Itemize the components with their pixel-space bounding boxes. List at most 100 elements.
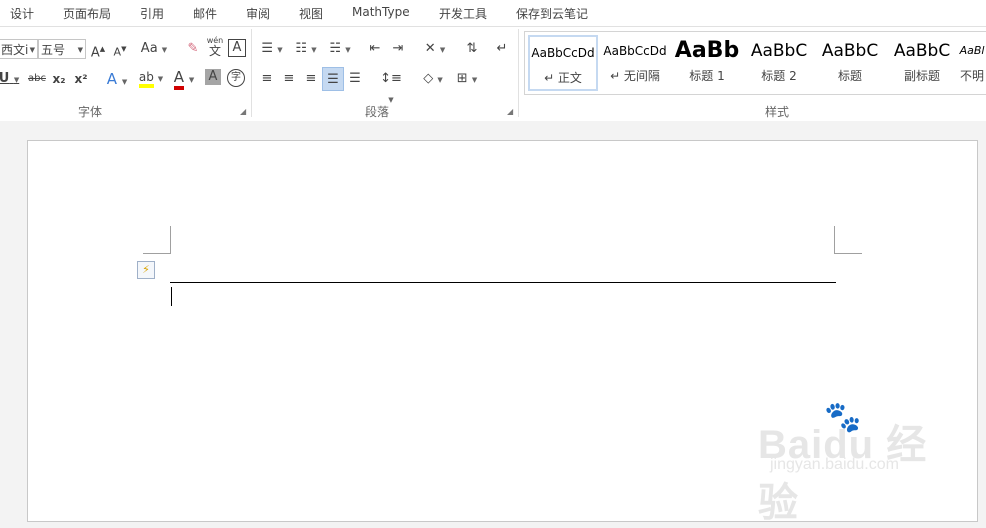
style-heading-2[interactable]: AaBbC 标题 2 bbox=[744, 35, 814, 91]
superscript-icon: x² bbox=[74, 72, 88, 86]
font-name-combo[interactable]: 西文i ▼ bbox=[0, 39, 38, 59]
chinese-layout-button[interactable]: ✕ ▼ bbox=[420, 39, 450, 59]
margin-corner-right bbox=[834, 226, 862, 254]
style-title[interactable]: AaBbC 标题 bbox=[815, 35, 885, 91]
tab-page-layout[interactable]: 页面布局 bbox=[63, 5, 111, 22]
highlighter-icon: ab bbox=[138, 70, 154, 88]
grow-font-button[interactable]: A▲ bbox=[90, 39, 106, 61]
styles-gallery: AaBbCcDd ↵ 正文 AaBbCcDd ↵ 无间隔 AaBb 标题 1 A… bbox=[524, 31, 986, 95]
enclose-icon: 字 bbox=[231, 72, 241, 83]
subscript-button[interactable]: x₂ bbox=[50, 69, 68, 89]
text-cursor bbox=[171, 287, 172, 306]
change-case-icon: Aa bbox=[140, 41, 158, 56]
strikethrough-icon: abc bbox=[28, 73, 46, 84]
tab-mathtype[interactable]: MathType bbox=[352, 5, 410, 19]
decrease-indent-icon: ⇤ bbox=[369, 41, 381, 56]
style-heading-1[interactable]: AaBb 标题 1 bbox=[672, 35, 742, 91]
group-divider bbox=[251, 29, 252, 117]
style-preview: AaBb bbox=[674, 38, 740, 63]
borders-button[interactable]: ⊞ ▼ bbox=[452, 69, 482, 89]
tab-mailings[interactable]: 邮件 bbox=[193, 5, 217, 22]
strikethrough-button[interactable]: abc bbox=[26, 69, 48, 89]
line-spacing-button[interactable]: ↕≡ ▼ bbox=[376, 69, 406, 104]
font-color-button[interactable]: A ▼ bbox=[172, 67, 196, 90]
tab-view[interactable]: 视图 bbox=[299, 5, 323, 22]
bullets-button[interactable]: ☰ ▼ bbox=[258, 39, 286, 59]
multilevel-list-icon: ☵ bbox=[329, 41, 342, 56]
phonetic-guide-button[interactable]: wén 文 bbox=[206, 35, 224, 59]
autoformat-options-icon[interactable]: ⚡ bbox=[137, 261, 155, 279]
tab-developer[interactable]: 开发工具 bbox=[439, 5, 487, 22]
distributed-icon: ☰ bbox=[349, 71, 361, 86]
align-right-button[interactable]: ≡ bbox=[302, 69, 320, 89]
tab-references[interactable]: 引用 bbox=[140, 5, 164, 22]
clear-formatting-button[interactable]: ✎ bbox=[184, 39, 202, 59]
style-preview: AaBbC bbox=[821, 41, 879, 61]
shading-button[interactable]: ◇ ▼ bbox=[418, 69, 448, 89]
style-name: 副标题 bbox=[903, 69, 940, 83]
distributed-button[interactable]: ☰ bbox=[346, 69, 364, 89]
styles-group-label: 样式 bbox=[764, 105, 789, 119]
chevron-down-icon: ▼ bbox=[77, 46, 83, 54]
grow-font-icon: A bbox=[90, 45, 100, 61]
ribbon-tab-bar: 设计 页面布局 引用 邮件 审阅 视图 MathType 开发工具 保存到云笔记 bbox=[0, 0, 986, 26]
align-left-icon: ≡ bbox=[261, 71, 273, 86]
shrink-font-button[interactable]: A▼ bbox=[112, 39, 128, 59]
tab-design[interactable]: 设计 bbox=[10, 5, 34, 22]
phonetic-bottom: 文 bbox=[208, 44, 221, 58]
decrease-indent-button[interactable]: ⇤ bbox=[366, 39, 384, 59]
highlight-color-button[interactable]: ab ▼ bbox=[136, 67, 166, 88]
chevron-down-icon: ▼ bbox=[29, 46, 35, 54]
sort-button[interactable]: ⇅ bbox=[462, 39, 482, 59]
style-preview: AaBl bbox=[959, 44, 985, 57]
align-center-button[interactable]: ≡ bbox=[280, 69, 298, 89]
paragraph-dialog-launcher-icon[interactable]: ◢ bbox=[507, 108, 515, 116]
style-name: ↵ 无间隔 bbox=[610, 69, 660, 83]
underline-button[interactable]: U ▼ bbox=[0, 69, 20, 89]
style-normal[interactable]: AaBbCcDd ↵ 正文 bbox=[528, 35, 598, 91]
increase-indent-button[interactable]: ⇥ bbox=[389, 39, 407, 59]
tab-save-to-cloud-note[interactable]: 保存到云笔记 bbox=[516, 5, 588, 22]
font-dialog-launcher-icon[interactable]: ◢ bbox=[240, 108, 248, 116]
show-hide-marks-button[interactable]: ↵ bbox=[494, 39, 510, 59]
paragraph-group-label: 段落 bbox=[364, 105, 389, 119]
numbering-icon: ☷ bbox=[295, 41, 308, 56]
style-name: 不明 bbox=[959, 69, 984, 83]
style-subtle-emphasis[interactable]: AaBl 不明 bbox=[957, 35, 986, 91]
justify-button[interactable]: ☰ bbox=[322, 67, 344, 91]
superscript-button[interactable]: x² bbox=[72, 69, 90, 89]
style-preview: AaBbC bbox=[893, 41, 951, 61]
style-name: 标题 1 bbox=[689, 69, 725, 83]
align-right-icon: ≡ bbox=[305, 71, 317, 86]
align-left-button[interactable]: ≡ bbox=[258, 69, 276, 89]
char-border-button[interactable]: A bbox=[228, 39, 246, 57]
justify-icon: ☰ bbox=[327, 72, 339, 87]
char-shading-icon: A bbox=[208, 69, 218, 84]
enclose-characters-button[interactable]: 字 bbox=[227, 69, 245, 87]
font-name-value: 西文i bbox=[1, 43, 29, 57]
text-effect-icon: A bbox=[106, 70, 118, 88]
align-center-icon: ≡ bbox=[283, 71, 295, 86]
text-effects-button[interactable]: A ▼ bbox=[104, 69, 130, 89]
numbering-button[interactable]: ☷ ▼ bbox=[292, 39, 320, 59]
tab-review[interactable]: 审阅 bbox=[246, 5, 270, 22]
font-group-label: 字体 bbox=[77, 105, 102, 119]
multilevel-list-button[interactable]: ☵ ▼ bbox=[326, 39, 354, 59]
watermark-sub: jingyan.baidu.com bbox=[770, 456, 899, 473]
style-name: ↵ 正文 bbox=[544, 71, 582, 85]
change-case-button[interactable]: Aa ▼ bbox=[140, 39, 168, 59]
subscript-icon: x₂ bbox=[52, 72, 66, 86]
chinese-layout-icon: ✕ bbox=[424, 41, 436, 56]
paragraph-mark-icon: ↵ bbox=[496, 41, 508, 56]
char-shading-button[interactable]: A bbox=[205, 69, 221, 85]
style-subtitle[interactable]: AaBbC 副标题 bbox=[887, 35, 957, 91]
shrink-font-icon: A bbox=[113, 45, 122, 59]
style-preview: AaBbC bbox=[750, 41, 808, 61]
increase-indent-icon: ⇥ bbox=[392, 41, 404, 56]
style-no-spacing[interactable]: AaBbCcDd ↵ 无间隔 bbox=[600, 35, 670, 91]
bullets-icon: ☰ bbox=[261, 41, 274, 56]
sort-icon: ⇅ bbox=[466, 41, 478, 56]
char-border-icon: A bbox=[232, 40, 242, 55]
font-size-combo[interactable]: 五号 ▼ bbox=[38, 39, 86, 59]
font-color-icon: A bbox=[173, 68, 185, 90]
